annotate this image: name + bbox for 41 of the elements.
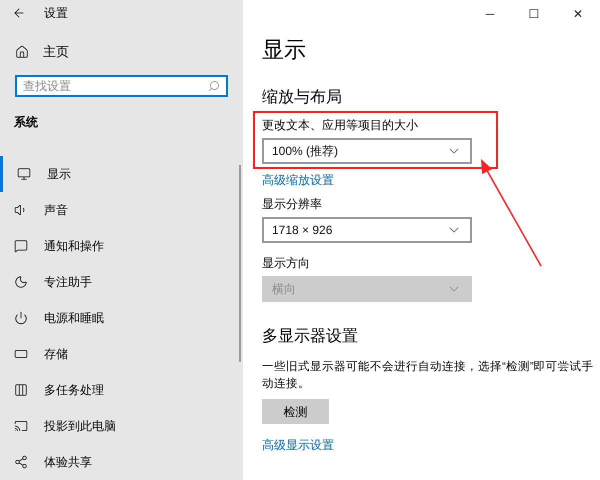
field-label: 更改文本、应用等项目的大小 bbox=[262, 117, 419, 134]
link[interactable]: 高级显示设置 bbox=[262, 436, 600, 454]
sidebar-item[interactable]: 专注助手 bbox=[0, 264, 243, 300]
sidebar-item[interactable]: 声音 bbox=[0, 192, 243, 228]
message-icon bbox=[14, 239, 28, 254]
columns-icon bbox=[14, 383, 28, 398]
dropdown-value: 1718 × 926 bbox=[272, 222, 332, 239]
home-item[interactable]: 主页 bbox=[0, 41, 243, 63]
description: 一些旧式显示器可能不会进行自动连接，选择“检测”即可尝试手动连接。 bbox=[262, 359, 595, 392]
monitor-icon bbox=[17, 167, 31, 182]
detect-button[interactable]: 检测 bbox=[262, 399, 329, 424]
sidebar-item[interactable]: 电源和睡眠 bbox=[0, 300, 243, 336]
cast-icon bbox=[14, 419, 28, 434]
search-icon bbox=[208, 80, 220, 92]
dropdown-value: 100% (推荐) bbox=[272, 143, 338, 160]
home-icon bbox=[15, 45, 29, 60]
page-title: 显示 bbox=[262, 36, 307, 64]
field-label: 显示分辨率 bbox=[262, 196, 323, 213]
power-icon bbox=[14, 311, 28, 326]
moon-icon bbox=[14, 275, 28, 290]
window-control[interactable]: ─ bbox=[468, 0, 512, 28]
sidebar-item[interactable]: 存储 bbox=[0, 336, 243, 372]
window-title: 设置 bbox=[44, 4, 68, 22]
search-input[interactable]: 查找设置 bbox=[23, 76, 208, 95]
field-label: 显示方向 bbox=[262, 255, 311, 272]
dropdown-value: 横向 bbox=[272, 281, 296, 298]
share-icon bbox=[14, 455, 28, 470]
back-icon[interactable] bbox=[12, 6, 26, 20]
section-heading: 系统 bbox=[13, 114, 39, 132]
dropdown[interactable]: 1718 × 926 bbox=[262, 217, 472, 243]
window-control[interactable]: ☐ bbox=[512, 0, 556, 28]
dropdown[interactable]: 100% (推荐) bbox=[262, 138, 472, 164]
window-control[interactable]: ✕ bbox=[556, 0, 600, 28]
link[interactable]: 高级缩放设置 bbox=[262, 171, 498, 189]
sidebar-item[interactable]: 多任务处理 bbox=[0, 372, 243, 408]
sidebar-item[interactable]: 投影到此电脑 bbox=[0, 408, 243, 444]
search-field[interactable]: 查找设置 bbox=[15, 74, 228, 98]
sidebar-item[interactable]: 体验共享 bbox=[0, 444, 243, 480]
section-heading: 多显示器设置 bbox=[262, 327, 359, 347]
section-heading: 缩放与布局 bbox=[262, 88, 343, 108]
sidebar-item[interactable]: 通知和操作 bbox=[0, 228, 243, 264]
